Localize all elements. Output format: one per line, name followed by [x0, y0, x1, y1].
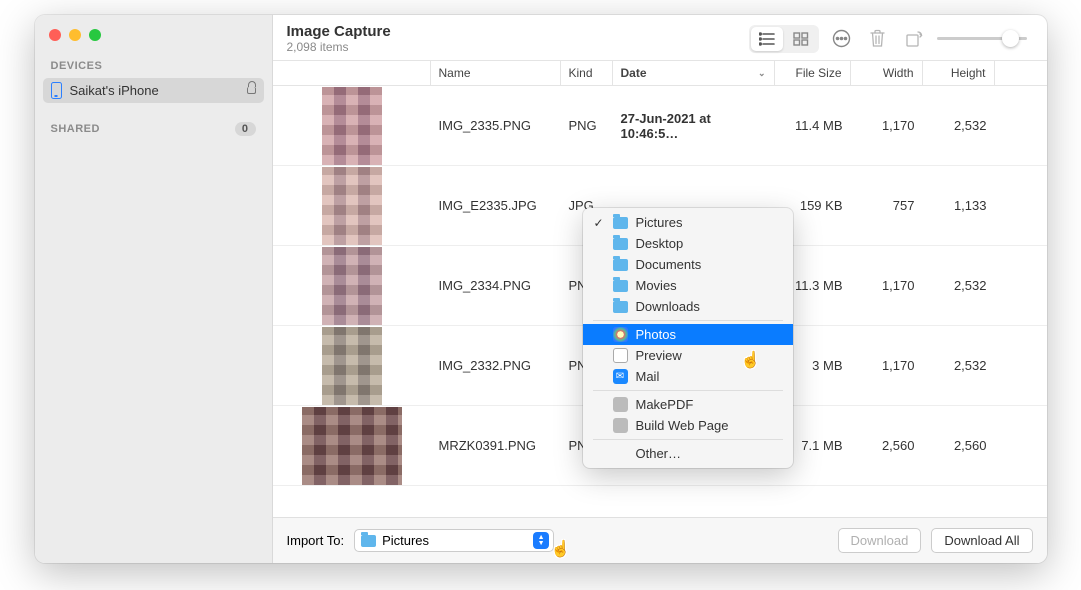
window-traffic-lights [35, 15, 272, 41]
table-row[interactable]: IMG_2335.PNG PNG 27-Jun-2021 at 10:46:5…… [273, 86, 1047, 166]
col-kind[interactable]: Kind [561, 61, 613, 85]
mail-app-icon: ✉ [613, 369, 628, 384]
sort-desc-icon: ⌄ [758, 68, 766, 79]
import-to-value: Pictures [382, 533, 429, 548]
image-capture-window: DEVICES Saikat's iPhone SHARED 0 Image C… [35, 15, 1047, 563]
menu-item-downloads[interactable]: Downloads [583, 296, 793, 317]
delete-button[interactable] [865, 29, 891, 48]
folder-icon [613, 259, 628, 271]
column-headers: Name Kind Date⌄ File Size Width Height [273, 60, 1047, 86]
list-icon [759, 32, 775, 46]
toolbar-title-block: Image Capture 2,098 items [287, 23, 739, 54]
rotate-button[interactable] [901, 29, 927, 48]
download-button[interactable]: Download [838, 528, 922, 553]
menu-item-documents[interactable]: Documents [583, 254, 793, 275]
close-window-button[interactable] [49, 29, 61, 41]
lock-icon [247, 87, 256, 94]
menu-item-desktop[interactable]: Desktop [583, 233, 793, 254]
import-to-label: Import To: [287, 533, 345, 548]
folder-icon [613, 217, 628, 229]
combo-stepper-icon: ▲▼ [533, 532, 549, 549]
slider-knob[interactable] [1002, 30, 1019, 47]
grid-icon [793, 32, 809, 46]
thumbnail [322, 247, 382, 325]
sidebar: DEVICES Saikat's iPhone SHARED 0 [35, 15, 273, 563]
iphone-icon [51, 82, 62, 99]
shared-count-badge: 0 [235, 122, 256, 136]
folder-icon [613, 238, 628, 250]
col-name[interactable]: Name [431, 61, 561, 85]
thumbnail [322, 167, 382, 245]
sidebar-device-saikats-iphone[interactable]: Saikat's iPhone [43, 78, 264, 103]
grid-view-button[interactable] [785, 27, 817, 51]
rotate-icon [904, 29, 923, 48]
download-all-button[interactable]: Download All [931, 528, 1032, 553]
toolbar: Image Capture 2,098 items [273, 15, 1047, 60]
col-height[interactable]: Height [923, 61, 995, 85]
photos-app-icon [613, 327, 628, 342]
menu-item-movies[interactable]: Movies [583, 275, 793, 296]
col-width[interactable]: Width [851, 61, 923, 85]
import-to-combo[interactable]: Pictures ▲▼ [354, 529, 554, 552]
app-title: Image Capture [287, 23, 739, 40]
sidebar-section-shared: SHARED 0 [35, 103, 272, 142]
menu-item-buildwebpage[interactable]: Build Web Page [583, 415, 793, 436]
sidebar-device-label: Saikat's iPhone [70, 83, 159, 98]
folder-icon [613, 301, 628, 313]
trash-icon [869, 29, 886, 48]
view-mode-segmented [749, 25, 819, 53]
menu-item-other[interactable]: Other… [583, 443, 793, 464]
thumbnail [302, 407, 402, 485]
col-date[interactable]: Date⌄ [613, 61, 775, 85]
import-to-menu: ✓Pictures Desktop Documents Movies Downl… [583, 208, 793, 468]
ellipsis-circle-icon [832, 29, 851, 48]
menu-item-mail[interactable]: ✉Mail [583, 366, 793, 387]
menu-item-pictures[interactable]: ✓Pictures [583, 212, 793, 233]
folder-icon [361, 535, 376, 547]
col-size[interactable]: File Size [775, 61, 851, 85]
menu-item-makepdf[interactable]: MakePDF [583, 394, 793, 415]
thumbnail-size-slider[interactable] [937, 37, 1027, 40]
more-button[interactable] [829, 29, 855, 48]
sidebar-section-devices: DEVICES [35, 41, 272, 78]
folder-icon [613, 280, 628, 292]
minimize-window-button[interactable] [69, 29, 81, 41]
automator-icon [613, 418, 628, 433]
thumbnail [322, 87, 382, 165]
item-count: 2,098 items [287, 40, 739, 54]
automator-icon [613, 397, 628, 412]
menu-item-photos[interactable]: Photos [583, 324, 793, 345]
preview-app-icon [613, 348, 628, 363]
fullscreen-window-button[interactable] [89, 29, 101, 41]
menu-item-preview[interactable]: Preview [583, 345, 793, 366]
footer-bar: Import To: Pictures ▲▼ Download Download… [273, 517, 1047, 563]
thumbnail [322, 327, 382, 405]
list-view-button[interactable] [751, 27, 783, 51]
